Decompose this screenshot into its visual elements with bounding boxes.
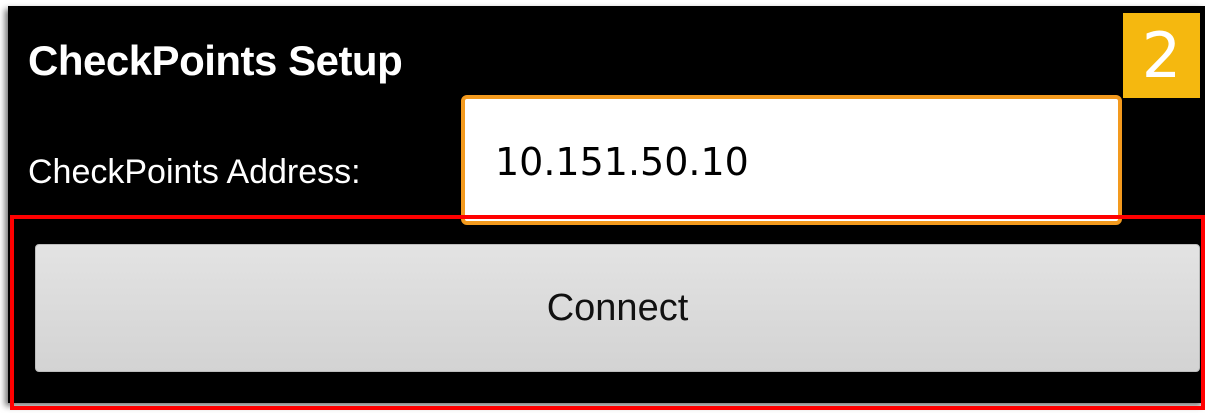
page-title: CheckPoints Setup	[28, 37, 403, 84]
connect-button[interactable]: Connect	[35, 244, 1200, 372]
screenshot-frame: CheckPoints Setup 2 CheckPoints Address:…	[0, 0, 1205, 413]
step-number-badge: 2	[1123, 13, 1200, 98]
address-input-value: 10.151.50.10	[495, 140, 749, 184]
address-label: CheckPoints Address:	[28, 153, 361, 191]
checkpoints-address-input[interactable]: 10.151.50.10	[461, 95, 1122, 225]
